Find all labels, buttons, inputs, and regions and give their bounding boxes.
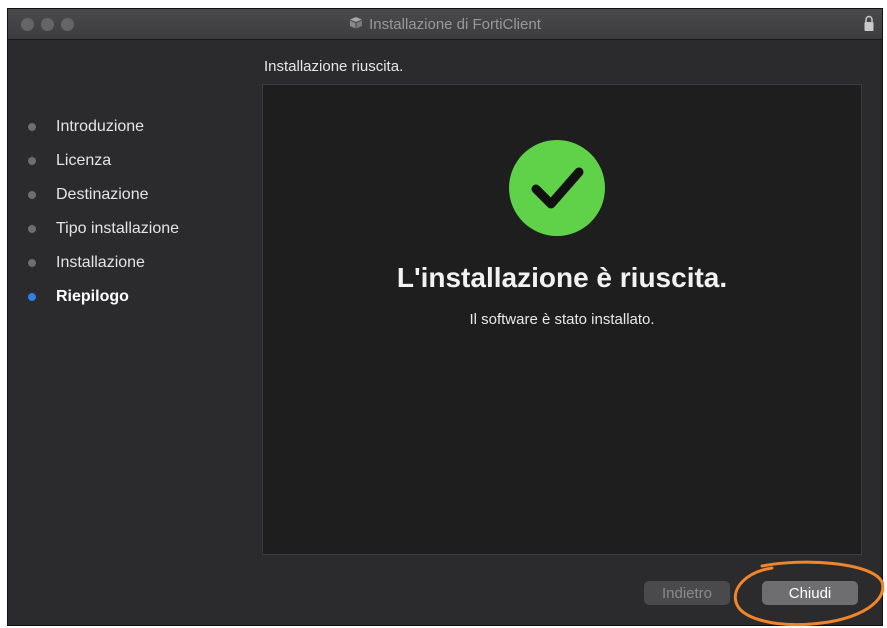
step-dot-icon [28, 123, 36, 131]
package-icon [349, 16, 363, 33]
title-bar[interactable]: Installazione di FortiClient [8, 9, 882, 40]
highlight-circle-annotation [733, 560, 885, 627]
steps-sidebar: Introduzione Licenza Destinazione Tipo i… [0, 110, 260, 314]
sidebar-item-tipo-installazione: Tipo installazione [0, 212, 260, 246]
step-dot-icon [28, 293, 36, 301]
sidebar-item-licenza: Licenza [0, 144, 260, 178]
checkmark-icon [509, 140, 605, 236]
summary-panel: L'installazione è riuscita. Il software … [262, 84, 862, 555]
sidebar-item-destinazione: Destinazione [0, 178, 260, 212]
lock-icon [864, 15, 874, 32]
success-message: Il software è stato installato. [469, 311, 655, 328]
window-title: Installazione di FortiClient [8, 16, 882, 33]
success-title: L'installazione è riuscita. [396, 262, 728, 293]
step-dot-icon [28, 259, 36, 267]
sidebar-item-label: Destinazione [56, 186, 149, 203]
back-button[interactable]: Indietro [644, 581, 730, 605]
window-title-text: Installazione di FortiClient [369, 16, 541, 33]
step-dot-icon [28, 191, 36, 199]
step-dot-icon [28, 225, 36, 233]
sidebar-item-installazione: Installazione [0, 246, 260, 280]
sidebar-item-label: Licenza [56, 152, 112, 169]
sidebar-item-label: Introduzione [56, 118, 145, 135]
sidebar-item-label: Tipo installazione [56, 220, 180, 237]
sidebar-item-riepilogo: Riepilogo [0, 280, 260, 314]
sidebar-item-label: Riepilogo [56, 288, 129, 305]
sidebar-item-introduzione: Introduzione [0, 110, 260, 144]
page-subtitle: Installazione riuscita. [264, 58, 404, 75]
step-dot-icon [28, 157, 36, 165]
sidebar-item-label: Installazione [56, 254, 145, 271]
